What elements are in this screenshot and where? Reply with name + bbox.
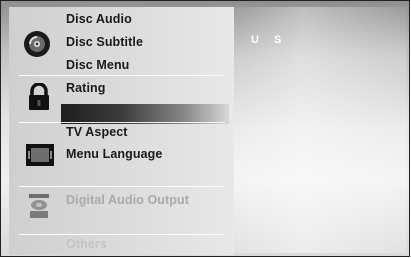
menu-item-others[interactable]: Others <box>66 237 107 251</box>
menu-item-disc-menu[interactable]: Disc Menu <box>66 58 129 72</box>
separator <box>19 75 225 76</box>
separator <box>19 122 225 123</box>
menu-item-rating[interactable]: Rating <box>66 81 106 95</box>
speaker-icon <box>28 193 50 224</box>
menu-item-disc-audio[interactable]: Disc Audio <box>66 12 132 26</box>
menu-item-tv-aspect[interactable]: TV Aspect <box>66 125 128 139</box>
separator <box>19 186 225 187</box>
disc-icon <box>23 30 51 63</box>
setup-menu-screen: Disc Audio Disc Subtitle Disc Menu Ratin… <box>0 0 410 257</box>
rating-selection-highlight[interactable] <box>61 104 229 124</box>
tv-screen-icon <box>25 143 55 172</box>
separator <box>19 234 225 235</box>
country-code-value[interactable]: U S <box>251 34 297 50</box>
menu-item-disc-subtitle[interactable]: Disc Subtitle <box>66 35 143 49</box>
menu-item-menu-language[interactable]: Menu Language <box>66 147 162 161</box>
menu-item-digital-audio-output[interactable]: Digital Audio Output <box>66 193 189 207</box>
lock-icon <box>27 82 51 116</box>
